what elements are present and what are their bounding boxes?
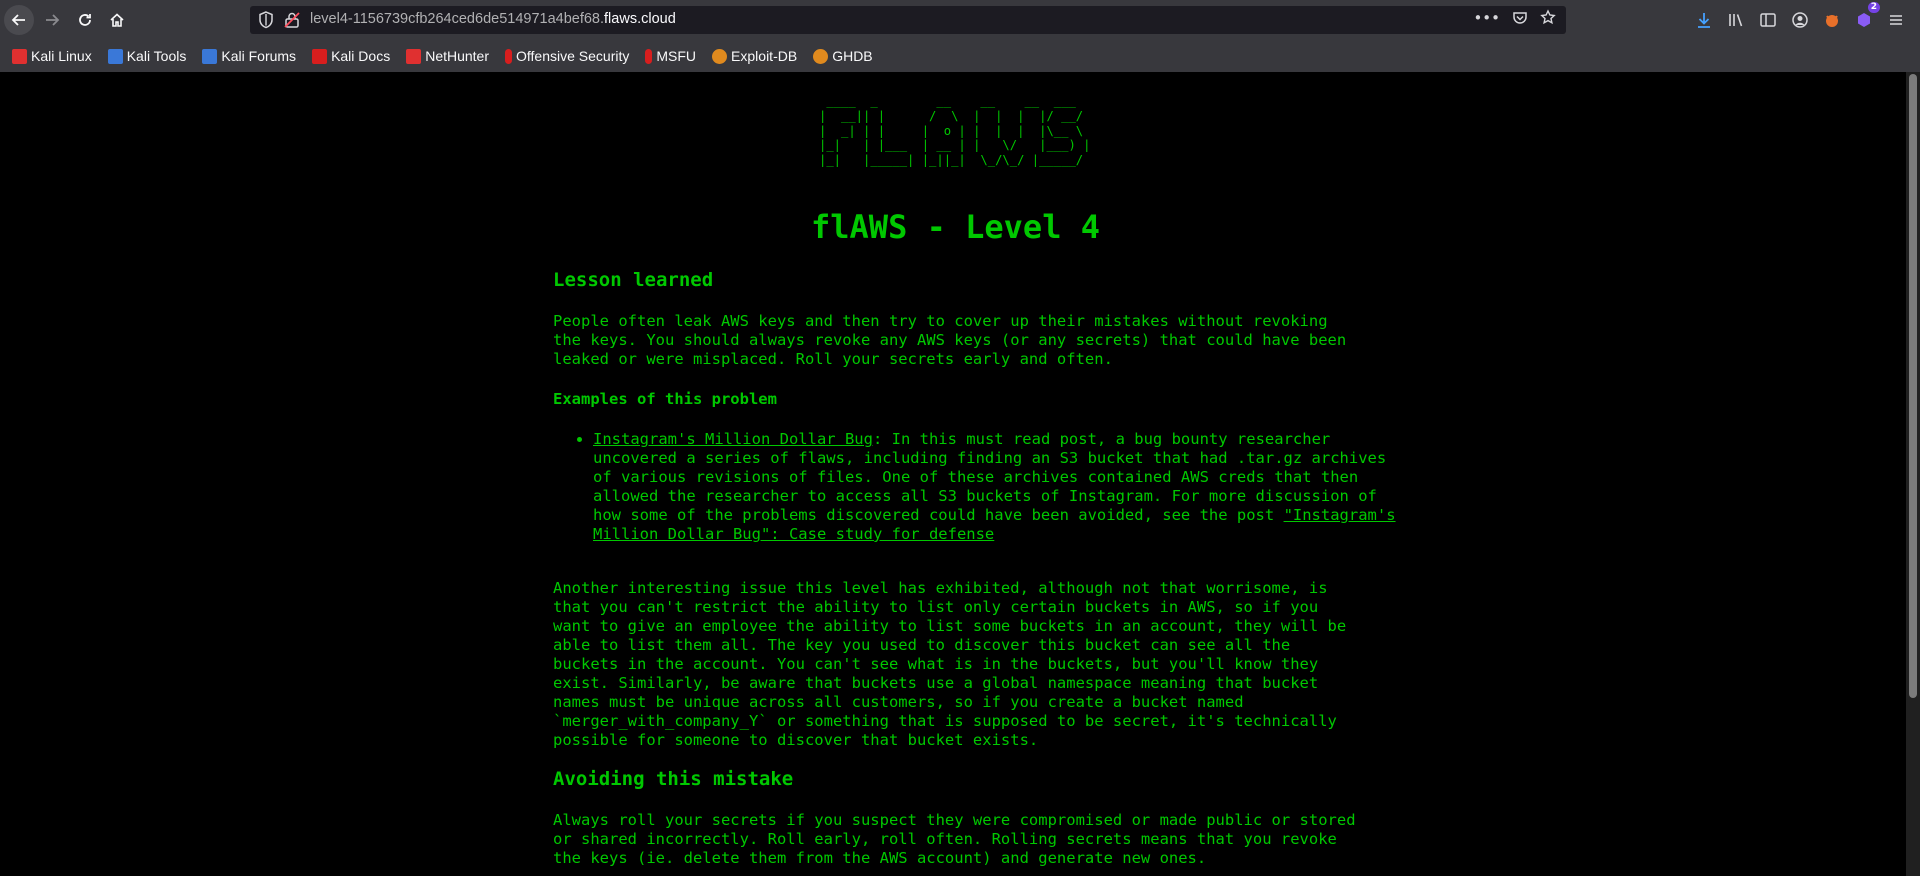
- bookmark-offensive-security[interactable]: Offensive Security: [505, 48, 629, 64]
- bookmarks-toolbar: Kali Linux Kali Tools Kali Forums Kali D…: [0, 40, 1920, 73]
- flaws-ascii-logo: ____ _ __ __ __ ___ | __|| | / \ | | | |…: [819, 94, 1091, 168]
- home-icon: [110, 13, 124, 27]
- lesson-paragraph: People often leak AWS keys and then try …: [553, 312, 1347, 368]
- downloads-icon[interactable]: [1694, 8, 1714, 32]
- extensions-badge: 2: [1867, 2, 1880, 13]
- vertical-scrollbar[interactable]: [1906, 72, 1920, 876]
- home-button[interactable]: [103, 6, 131, 34]
- bookmark-kali-forums[interactable]: Kali Forums: [202, 48, 296, 64]
- url-domain: flaws.cloud: [604, 11, 676, 27]
- bookmark-kali-tools[interactable]: Kali Tools: [107, 48, 187, 64]
- insecure-lock-icon[interactable]: [284, 11, 300, 29]
- bookmark-nethunter[interactable]: NetHunter: [406, 48, 489, 64]
- bookmark-exploit-db[interactable]: Exploit-DB: [712, 48, 797, 64]
- exploit-db-bug-icon: [712, 48, 728, 64]
- lesson-heading: Lesson learned: [553, 269, 714, 291]
- url-subdomain: level4-1156739cfb264ced6de514971a4bef68.: [310, 11, 605, 27]
- page-title: flAWS - Level 4: [811, 208, 1100, 246]
- kali-docs-icon: [312, 48, 328, 64]
- examples-list: Instagram's Million Dollar Bug: In this …: [553, 430, 1398, 544]
- avoid-heading: Avoiding this mistake: [553, 768, 794, 790]
- kali-dragon-icon: [202, 48, 218, 64]
- menu-icon[interactable]: [1886, 8, 1906, 32]
- scrollbar-thumb[interactable]: [1909, 74, 1917, 698]
- bookmark-kali-linux[interactable]: Kali Linux: [12, 48, 92, 64]
- bookmark-label: Kali Docs: [331, 48, 391, 64]
- msfu-icon: [645, 48, 653, 64]
- bookmark-label: Kali Forums: [221, 48, 297, 64]
- kali-dragon-icon: [12, 48, 27, 64]
- reload-button[interactable]: [71, 6, 99, 34]
- kali-dragon-icon: [107, 48, 123, 64]
- bookmark-label: NetHunter: [425, 48, 490, 64]
- bookmark-label: GHDB: [832, 48, 873, 64]
- pocket-icon[interactable]: [1512, 9, 1528, 27]
- examples-heading: Examples of this problem: [553, 390, 777, 408]
- library-icon[interactable]: [1726, 8, 1746, 32]
- arrow-left-icon: [11, 14, 25, 26]
- bookmark-label: MSFU: [656, 48, 697, 64]
- nethunter-icon: [406, 48, 422, 64]
- browser-toolbar: level4-1156739cfb264ced6de514971a4bef68.…: [0, 0, 1920, 40]
- bookmark-kali-docs[interactable]: Kali Docs: [312, 48, 390, 64]
- url-text[interactable]: level4-1156739cfb264ced6de514971a4bef68.…: [310, 11, 676, 27]
- url-bar[interactable]: level4-1156739cfb264ced6de514971a4bef68.…: [250, 6, 1566, 34]
- bookmark-label: Exploit-DB: [731, 48, 798, 64]
- bookmark-label: Kali Tools: [126, 48, 187, 64]
- tracking-protection-shield-icon[interactable]: [258, 11, 274, 29]
- list-item: Instagram's Million Dollar Bug: In this …: [593, 430, 1398, 544]
- page-actions-icon[interactable]: •••: [1473, 9, 1500, 27]
- bookmark-msfu[interactable]: MSFU: [645, 48, 696, 64]
- bookmark-label: Offensive Security: [516, 48, 630, 64]
- back-button[interactable]: [4, 5, 34, 35]
- interesting-issue-paragraph: Another interesting issue this level has…: [553, 579, 1347, 749]
- account-icon[interactable]: [1790, 8, 1810, 32]
- bookmark-star-icon[interactable]: [1540, 9, 1556, 27]
- sidebar-icon[interactable]: [1758, 8, 1778, 32]
- ghdb-bug-icon: [813, 48, 829, 64]
- extension-fox-icon[interactable]: [1822, 8, 1842, 32]
- arrow-right-icon: [46, 14, 60, 26]
- extensions-icon[interactable]: 2: [1854, 2, 1880, 32]
- reload-icon: [79, 14, 91, 26]
- offsec-icon: [505, 48, 513, 64]
- bookmark-ghdb[interactable]: GHDB: [813, 48, 873, 64]
- forward-button[interactable]: [38, 6, 66, 34]
- avoid-paragraph: Always roll your secrets if you suspect …: [553, 811, 1356, 867]
- bookmark-label: Kali Linux: [31, 48, 92, 64]
- instagram-bug-link[interactable]: Instagram's Million Dollar Bug: [593, 430, 873, 448]
- page-viewport: ____ _ __ __ __ ___ | __|| | / \ | | | |…: [0, 72, 1906, 876]
